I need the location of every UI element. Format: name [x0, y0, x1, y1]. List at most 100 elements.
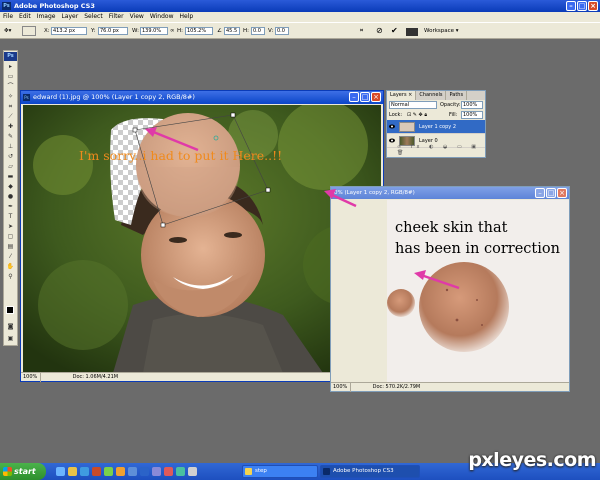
notes-tool-icon[interactable]: ▤ — [4, 243, 17, 251]
h-skew-field[interactable]: 0.0 — [251, 27, 265, 35]
ps-quicklaunch-icon[interactable] — [140, 467, 149, 476]
y-field[interactable]: 76.0 px — [98, 27, 128, 35]
firefox-icon[interactable] — [116, 467, 125, 476]
minimize-button[interactable]: – — [566, 1, 576, 11]
warp-icon[interactable]: ⌗ — [360, 26, 363, 36]
tab-layers[interactable]: Layers × — [387, 91, 417, 100]
doc-maximize-button[interactable]: □ — [360, 92, 370, 102]
panel-tabs: Layers × Channels Paths — [387, 91, 485, 100]
menu-window[interactable]: Window — [147, 12, 177, 22]
maximize-button[interactable]: □ — [577, 1, 587, 11]
blur-tool-icon[interactable]: ◆ — [4, 183, 17, 191]
doc2-close-button[interactable]: × — [557, 188, 567, 198]
eraser-tool-icon[interactable]: ▱ — [4, 163, 17, 171]
bridge-icon[interactable] — [406, 28, 418, 36]
v-skew-field[interactable]: 0.0 — [275, 27, 289, 35]
x-field[interactable]: 413.2 px — [51, 27, 87, 35]
app3-icon[interactable] — [176, 467, 185, 476]
task-photoshop[interactable]: Adobe Photoshop CS3 — [320, 465, 420, 478]
layer-actions-bar[interactable]: ∞ fx ◐ ◒ ▭ ▣ 🗑︎ — [397, 144, 485, 156]
start-button[interactable]: start — [0, 463, 46, 480]
clone-stamp-icon[interactable]: ⊥ — [4, 143, 17, 151]
cancel-transform-icon[interactable]: ⊘ — [376, 26, 383, 36]
tab-paths[interactable]: Paths — [446, 91, 468, 100]
doc-close-button[interactable]: × — [371, 92, 381, 102]
dodge-tool-icon[interactable]: ● — [4, 193, 17, 201]
close-button[interactable]: × — [588, 1, 598, 11]
healing-brush-icon[interactable]: ✚ — [4, 123, 17, 131]
app2-icon[interactable] — [164, 467, 173, 476]
brush-tool-icon[interactable]: ✎ — [4, 133, 17, 141]
workspace-menu[interactable]: Workspace ▾ — [424, 26, 459, 36]
doc-minimize-button[interactable]: – — [349, 92, 359, 102]
blend-mode-select[interactable]: Normal — [389, 101, 437, 109]
eye-icon[interactable] — [389, 124, 395, 129]
media-icon[interactable] — [92, 467, 101, 476]
type-tool-icon[interactable]: T — [4, 213, 17, 221]
foreground-color-swatch[interactable] — [6, 306, 14, 314]
menu-edit[interactable]: Edit — [16, 12, 34, 22]
app-title-bar: Ps Adobe Photoshop CS3 – □ × — [0, 0, 600, 12]
eye-icon[interactable] — [389, 138, 395, 143]
pen-tool-icon[interactable]: ✒ — [4, 203, 17, 211]
gradient-tool-icon[interactable]: ▬ — [4, 173, 17, 181]
folder-icon[interactable] — [152, 467, 161, 476]
explorer-icon[interactable] — [68, 467, 77, 476]
slice-tool-icon[interactable]: ⟋ — [4, 113, 17, 121]
menu-image[interactable]: Image — [34, 12, 59, 22]
menu-help[interactable]: Help — [177, 12, 197, 22]
windows-logo-icon — [3, 467, 12, 476]
annotation-line-2: has been in correction — [395, 241, 560, 257]
task-step[interactable]: step — [242, 465, 318, 478]
shape-tool-icon[interactable]: ▢ — [4, 233, 17, 241]
app4-icon[interactable] — [188, 467, 197, 476]
hand-tool-icon[interactable]: ✋ — [4, 263, 17, 271]
app-icon[interactable] — [128, 467, 137, 476]
doc2-maximize-button[interactable]: □ — [546, 188, 556, 198]
watermark: pxleyes.com — [468, 449, 596, 471]
w-field[interactable]: 139.0% — [140, 27, 168, 35]
zoom-tool-icon[interactable]: ⚲ — [4, 273, 17, 281]
commit-transform-icon[interactable]: ✔ — [391, 26, 398, 36]
options-bar: ✥▾ X: 413.2 px Y: 76.0 px W: 139.0% ∞ H:… — [0, 22, 600, 39]
layer-row[interactable]: Layer 1 copy 2 — [387, 120, 485, 134]
menu-layer[interactable]: Layer — [58, 12, 81, 22]
messenger-icon[interactable] — [104, 467, 113, 476]
second-document-title-bar: 0% (Layer 1 copy 2, RGB/8#) – □ × — [331, 187, 569, 199]
move-tool-icon[interactable]: ✥▾ — [4, 26, 11, 36]
photo-canvas[interactable]: I'm sorry..i had to put it Here..!! — [23, 105, 381, 373]
marquee-tool-icon[interactable]: ▭ — [4, 73, 17, 81]
eyedropper-icon[interactable]: ⁄ — [4, 253, 17, 261]
desktop-icon[interactable] — [56, 467, 65, 476]
tab-channels[interactable]: Channels — [416, 91, 447, 100]
path-select-icon[interactable]: ➤ — [4, 223, 17, 231]
second-document-canvas[interactable]: cheek skin that has been in correction — [387, 200, 569, 383]
ie-icon[interactable] — [80, 467, 89, 476]
app-title: Adobe Photoshop CS3 — [14, 2, 95, 10]
zoom-level[interactable]: 100% — [331, 383, 351, 392]
opacity-label: Opacity: — [440, 102, 461, 108]
h-skew-label: H: — [243, 28, 249, 34]
fill-field[interactable]: 100% — [461, 111, 483, 119]
reference-point-icon[interactable] — [22, 26, 36, 36]
menu-filter[interactable]: Filter — [106, 12, 127, 22]
zoom-level[interactable]: 100% — [21, 373, 41, 382]
menu-select[interactable]: Select — [81, 12, 106, 22]
menu-view[interactable]: View — [127, 12, 147, 22]
task-label: step — [255, 468, 267, 474]
crop-tool-icon[interactable]: ⌗ — [4, 103, 17, 111]
doc2-minimize-button[interactable]: – — [535, 188, 545, 198]
lasso-tool-icon[interactable]: ⌒ — [4, 83, 17, 91]
link-icon[interactable]: ∞ — [170, 26, 175, 36]
quick-mask-icon[interactable]: ◙ — [4, 323, 17, 331]
menu-file[interactable]: File — [0, 12, 16, 22]
screen-mode-icon[interactable]: ▣ — [4, 335, 17, 343]
move-tool-icon[interactable]: ▸ — [4, 63, 17, 71]
photoshop-icon — [323, 468, 330, 475]
magic-wand-icon[interactable]: ✧ — [4, 93, 17, 101]
history-brush-icon[interactable]: ↺ — [4, 153, 17, 161]
lock-icons[interactable]: ⊡ ✎ ✥ 🔒︎ — [407, 110, 427, 120]
h-field[interactable]: 105.2% — [185, 27, 213, 35]
rotate-field[interactable]: 45.5 — [224, 27, 240, 35]
opacity-field[interactable]: 100% — [461, 101, 483, 109]
